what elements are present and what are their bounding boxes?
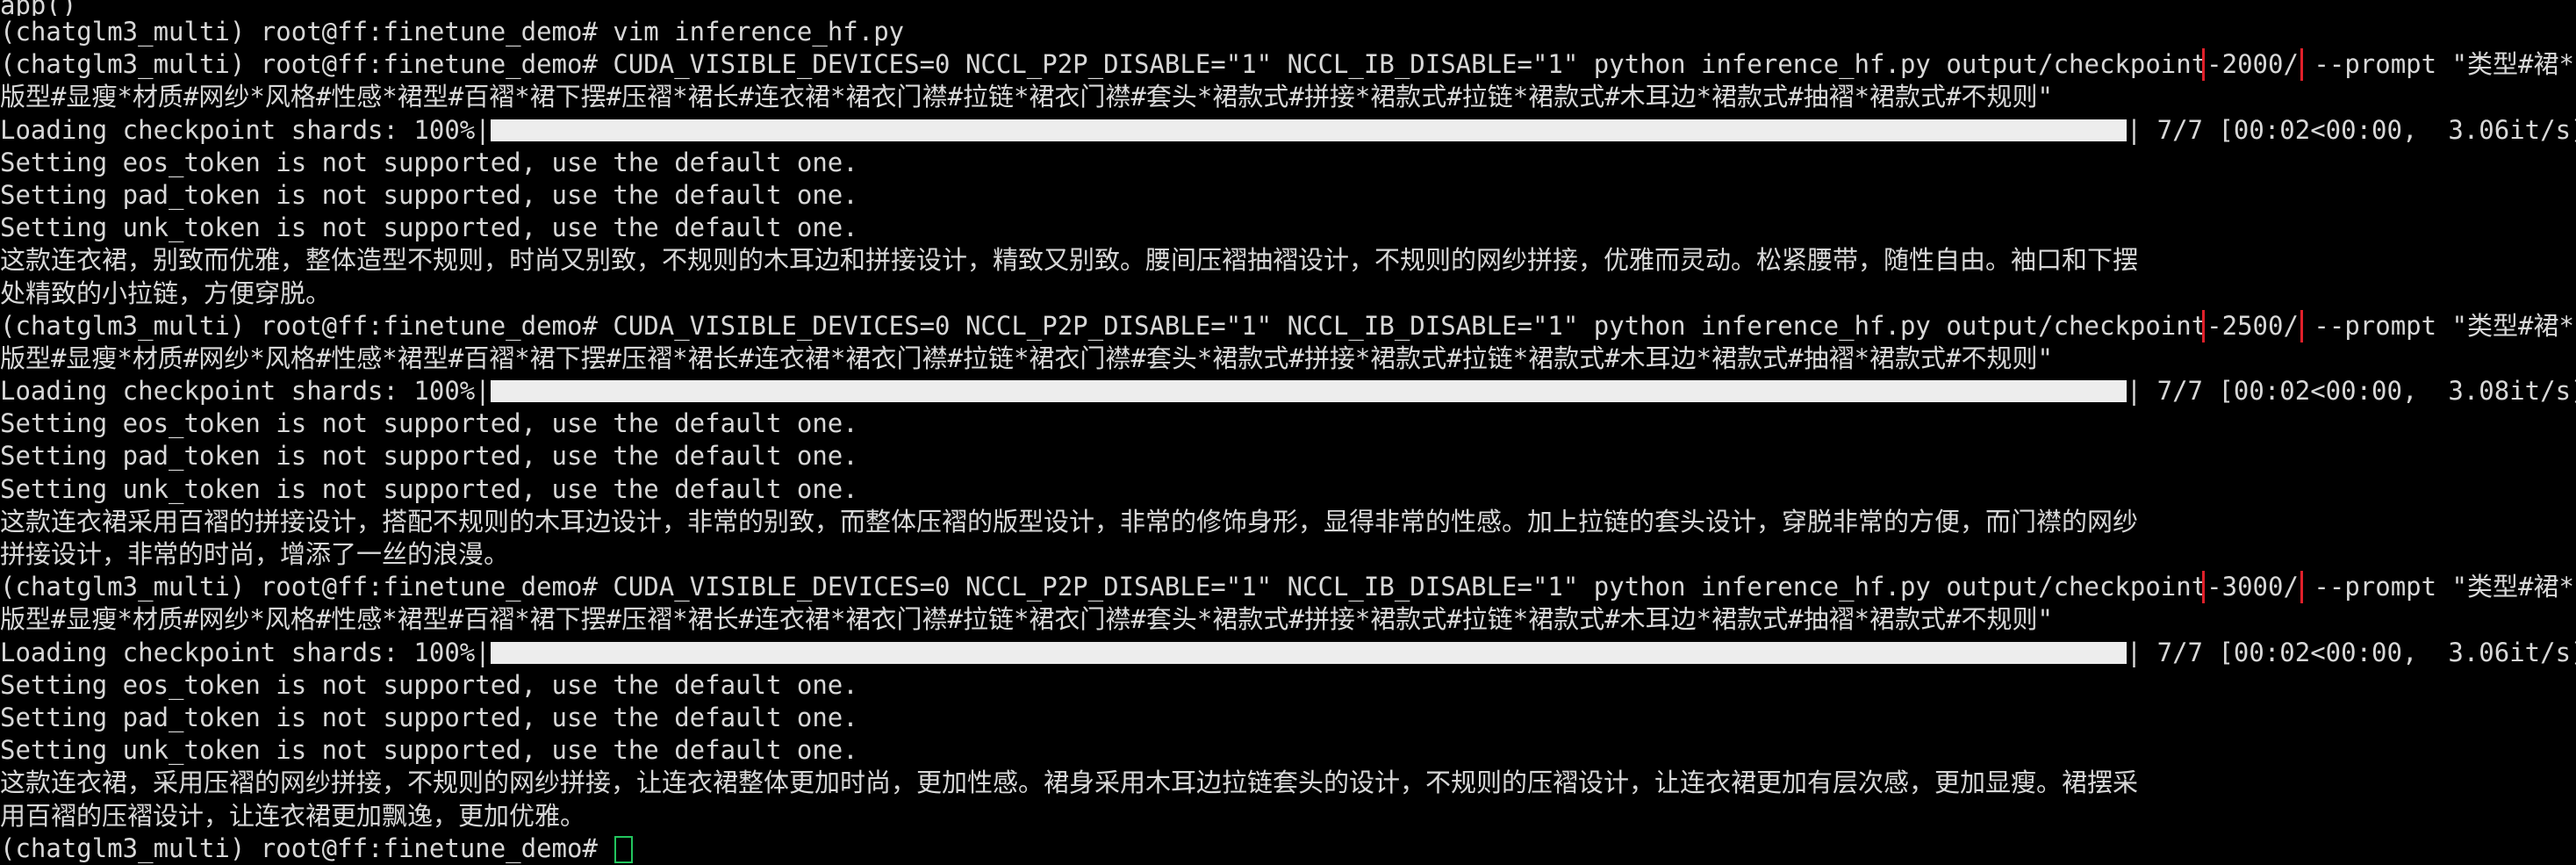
loading-progress-line: Loading checkpoint shards: 100%| | 7/7 [0… [0,637,2576,669]
generated-output-line: 处精致的小拉链，方便穿脱。 [0,278,332,308]
command-text-tail: --prompt "类型#裙* [2298,310,2574,341]
shell-prompt: (chatglm3_multi) root@ff:finetune_demo# [0,310,598,341]
loading-label: Loading checkpoint shards: 100%| [0,376,491,407]
text-cursor[interactable] [614,836,634,864]
command-wrap-line: 版型#显瘦*材质#网纱*风格#性感*裙型#百褶*裙下摆#压褶*裙长#连衣裙*裙衣… [0,342,2053,373]
progress-bar-fill [490,380,2127,403]
progress-bar-fill [490,119,2127,141]
command-text-tail: --prompt "类型#裙* [2298,572,2574,602]
checkpoint-highlight: -3000/ [2202,571,2303,604]
warning-line: Setting eos_token is not supported, use … [0,147,858,177]
command-wrap-line: 版型#显瘦*材质#网纱*风格#性感*裙型#百褶*裙下摆#压褶*裙长#连衣裙*裙衣… [0,604,2053,635]
command-text: CUDA_VISIBLE_DEVICES=0 NCCL_P2P_DISABLE=… [597,310,2207,341]
loading-label: Loading checkpoint shards: 100%| [0,114,491,145]
loading-label: Loading checkpoint shards: 100%| [0,637,491,667]
generated-output-line: 拼接设计，非常的时尚，增添了一丝的浪漫。 [0,539,510,569]
command-line-vim: (chatglm3_multi) root@ff:finetune_demo# … [0,16,2576,48]
generated-output-line: 用百褶的压褶设计，让连衣裙更加飘逸，更加优雅。 [0,800,586,831]
warning-line: Setting pad_token is not supported, use … [0,702,858,732]
loading-stats: | 7/7 [00:02<00:00, 3.08it/s] [2126,376,2576,407]
warning-line: Setting eos_token is not supported, use … [0,408,858,439]
warning-line: Setting unk_token is not supported, use … [0,473,858,504]
shell-prompt: (chatglm3_multi) root@ff:finetune_demo# [0,49,598,80]
shell-prompt: (chatglm3_multi) root@ff:finetune_demo# [0,833,598,863]
command-text: CUDA_VISIBLE_DEVICES=0 NCCL_P2P_DISABLE=… [597,49,2207,80]
progress-bar-fill [490,641,2127,664]
loading-stats: | 7/7 [00:02<00:00, 3.06it/s] [2126,114,2576,145]
command-text: CUDA_VISIBLE_DEVICES=0 NCCL_P2P_DISABLE=… [597,572,2207,602]
command-line-run: (chatglm3_multi) root@ff:finetune_demo# … [0,48,2576,82]
command-line-run: (chatglm3_multi) root@ff:finetune_demo# … [0,571,2576,604]
loading-progress-line: Loading checkpoint shards: 100%| | 7/7 [0… [0,375,2576,407]
command-wrap-line: 版型#显瘦*材质#网纱*风格#性感*裙型#百褶*裙下摆#压褶*裙长#连衣裙*裙衣… [0,82,2053,112]
progress-bar [490,641,2127,664]
generated-output-line: 这款连衣裙，采用压褶的网纱拼接，不规则的网纱拼接，让连衣裙整体更加时尚，更加性感… [0,768,2139,798]
progress-bar [490,119,2127,141]
checkpoint-highlight: -2000/ [2202,48,2303,82]
scrolled-partial-line: app() [0,0,77,16]
warning-line: Setting eos_token is not supported, use … [0,669,858,700]
warning-line: Setting unk_token is not supported, use … [0,735,858,766]
loading-stats: | 7/7 [00:02<00:00, 3.06it/s] [2126,637,2576,667]
warning-line: Setting unk_token is not supported, use … [0,213,858,243]
command-text: vim inference_hf.py [597,17,905,47]
progress-bar [490,380,2127,403]
inference-runs: (chatglm3_multi) root@ff:finetune_demo# … [0,48,2576,833]
warning-line: Setting pad_token is not supported, use … [0,441,858,472]
checkpoint-highlight: -2500/ [2202,309,2303,342]
loading-progress-line: Loading checkpoint shards: 100%| | 7/7 [0… [0,114,2576,147]
command-line-current[interactable]: (chatglm3_multi) root@ff:finetune_demo# [0,833,2576,865]
generated-output-line: 这款连衣裙采用百褶的拼接设计，搭配不规则的木耳边设计，非常的别致，而整体压褶的版… [0,506,2139,537]
shell-prompt: (chatglm3_multi) root@ff:finetune_demo# [0,17,598,47]
shell-prompt: (chatglm3_multi) root@ff:finetune_demo# [0,572,598,602]
terminal-window[interactable]: app() (chatglm3_multi) root@ff:finetune_… [0,0,2576,865]
warning-line: Setting pad_token is not supported, use … [0,179,858,210]
command-text-tail: --prompt "类型#裙* [2298,49,2574,80]
generated-output-line: 这款连衣裙，别致而优雅，整体造型不规则，时尚又别致，不规则的木耳边和拼接设计，精… [0,245,2139,276]
command-line-run: (chatglm3_multi) root@ff:finetune_demo# … [0,309,2576,342]
